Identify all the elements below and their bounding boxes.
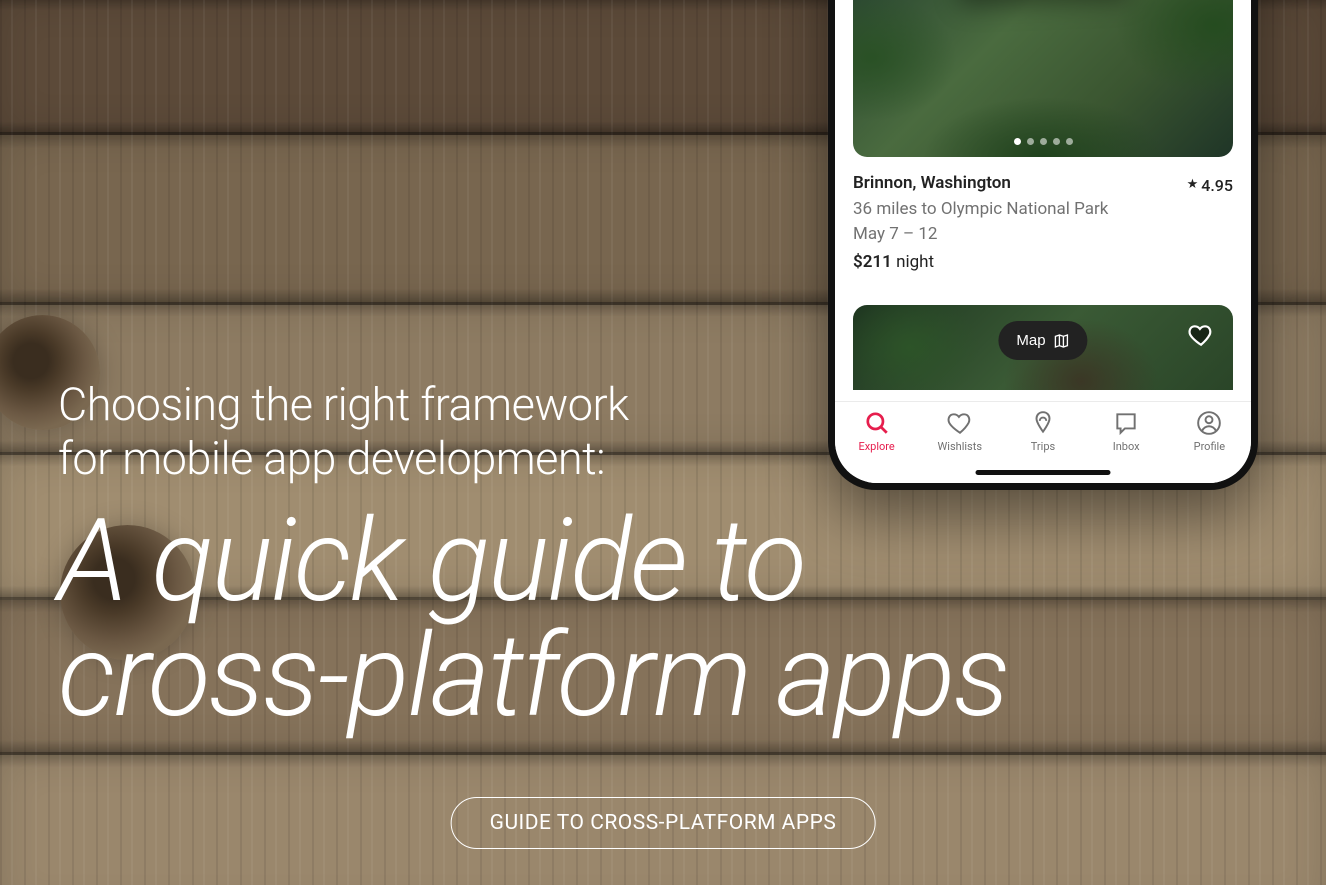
map-icon — [1054, 333, 1070, 349]
tab-label: Profile — [1194, 440, 1225, 453]
dot — [1040, 138, 1047, 145]
profile-icon — [1196, 410, 1222, 436]
listing-meta: Brinnon, Washington ★ 4.95 36 miles to O… — [853, 171, 1233, 275]
hero-title-line2: cross-platform apps — [58, 609, 1008, 744]
tab-label: Trips — [1031, 440, 1055, 453]
tab-label: Wishlists — [938, 440, 982, 453]
phone-screen: Brinnon, Washington ★ 4.95 36 miles to O… — [835, 0, 1251, 483]
tab-label: Inbox — [1113, 440, 1140, 453]
photo-pagination — [853, 138, 1233, 145]
tab-explore[interactable]: Explore — [847, 410, 907, 453]
tab-wishlists[interactable]: Wishlists — [930, 410, 990, 453]
hero-subtitle-line1: Choosing the right framework — [58, 378, 629, 431]
listing-rating: ★ 4.95 — [1187, 174, 1233, 197]
cta-button[interactable]: GUIDE TO CROSS-PLATFORM APPS — [451, 797, 876, 849]
heart-icon — [1188, 322, 1214, 348]
dot — [1066, 138, 1073, 145]
price-value: $211 — [853, 252, 892, 272]
dot — [1027, 138, 1034, 145]
dot — [1053, 138, 1060, 145]
home-indicator — [976, 470, 1111, 475]
listing-photo[interactable] — [853, 0, 1233, 157]
trips-icon — [1030, 410, 1056, 436]
rating-value: 4.95 — [1201, 174, 1233, 197]
listing-dates: May 7 – 12 — [853, 222, 1233, 247]
tab-profile[interactable]: Profile — [1179, 410, 1239, 453]
foliage-graphic — [853, 0, 1233, 157]
listing-distance: 36 miles to Olympic National Park — [853, 197, 1233, 222]
dot-active — [1014, 138, 1021, 145]
tab-trips[interactable]: Trips — [1013, 410, 1073, 453]
listing-price: $211 night — [853, 250, 1233, 275]
listing-location: Brinnon, Washington — [853, 171, 1011, 196]
star-icon: ★ — [1187, 176, 1199, 195]
map-button-label: Map — [1016, 332, 1045, 349]
search-icon — [864, 410, 890, 436]
hero-title: A quick guide to cross-platform apps — [58, 504, 1268, 734]
tab-label: Explore — [858, 440, 894, 453]
tab-inbox[interactable]: Inbox — [1096, 410, 1156, 453]
map-button[interactable]: Map — [998, 321, 1087, 360]
wishlist-heart-button[interactable] — [1185, 319, 1217, 351]
hero-subtitle-line2: for mobile app development: — [58, 432, 605, 485]
heart-icon — [947, 410, 973, 436]
phone-mockup: Brinnon, Washington ★ 4.95 36 miles to O… — [828, 0, 1258, 490]
price-unit: night — [896, 252, 934, 272]
chat-icon — [1113, 410, 1139, 436]
